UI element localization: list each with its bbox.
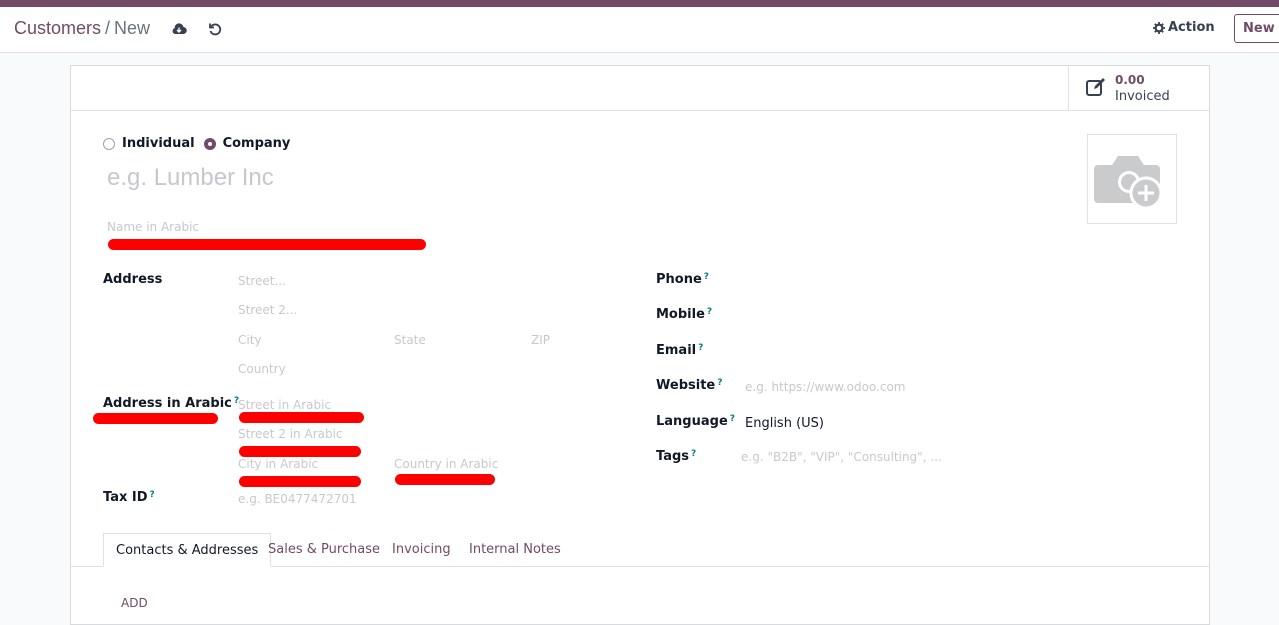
add-contact-link[interactable]: ADD [121, 596, 148, 610]
redaction-mark [108, 239, 426, 250]
email-label-text: Email [656, 343, 697, 358]
arabic-name-input[interactable]: Name in Arabic [107, 220, 199, 234]
control-panel: Customers / New Action New [0, 7, 1279, 53]
mobile-help[interactable]: ? [707, 307, 712, 317]
street2-arabic-input[interactable]: Street 2 in Arabic [238, 427, 343, 441]
redaction-mark [395, 474, 495, 485]
invoiced-label: Invoiced [1115, 89, 1170, 104]
breadcrumb-customers[interactable]: Customers [14, 18, 101, 38]
invoiced-amount: 0.00 [1115, 73, 1145, 87]
street2-input[interactable]: Street 2... [238, 303, 297, 317]
action-menu-button[interactable]: Action [1153, 20, 1215, 35]
breadcrumb: Customers / New [14, 18, 150, 39]
action-label: Action [1168, 20, 1215, 35]
address-label: Address [103, 272, 163, 287]
website-input[interactable]: e.g. https://www.odoo.com [745, 380, 906, 394]
redaction-mark [239, 412, 364, 423]
gear-icon [1153, 21, 1165, 34]
phone-help[interactable]: ? [704, 272, 709, 282]
invoiced-stat-button[interactable]: 0.00 Invoiced [1068, 66, 1209, 110]
top-brand-bar [0, 0, 1279, 7]
tags-label: Tags? [656, 449, 696, 464]
avatar-upload[interactable] [1087, 134, 1177, 224]
form-sheet: 0.00 Invoiced Individual Company e.g. Lu… [70, 65, 1210, 625]
radio-company-label: Company [222, 136, 291, 151]
tags-help[interactable]: ? [691, 449, 696, 459]
address-arabic-label: Address in Arabic? [103, 396, 239, 411]
breadcrumb-separator: / [105, 18, 111, 38]
discard-undo-icon[interactable] [206, 20, 224, 38]
street-arabic-input[interactable]: Street in Arabic [238, 398, 331, 412]
state-input[interactable]: State [394, 333, 426, 347]
company-name-input[interactable]: e.g. Lumber Inc [107, 164, 607, 192]
email-help[interactable]: ? [698, 343, 703, 353]
country-input[interactable]: Country [238, 362, 286, 376]
tags-label-text: Tags [656, 449, 690, 464]
language-label: Language? [656, 414, 735, 429]
city-arabic-input[interactable]: City in Arabic [238, 457, 318, 471]
tax-id-label-text: Tax ID [103, 490, 148, 505]
redaction-mark [239, 446, 361, 457]
redaction-mark [239, 476, 361, 487]
redaction-mark [93, 413, 218, 424]
city-input[interactable]: City [238, 333, 262, 347]
tax-id-input[interactable]: e.g. BE0477472701 [238, 492, 357, 506]
email-label: Email? [656, 343, 703, 358]
tab-sales-purchase[interactable]: Sales & Purchase [268, 533, 380, 566]
website-help[interactable]: ? [717, 378, 722, 388]
radio-individual[interactable]: Individual [103, 136, 195, 151]
country-arabic-input[interactable]: Country in Arabic [394, 457, 498, 471]
breadcrumb-current: New [114, 18, 151, 38]
zip-input[interactable]: ZIP [531, 333, 550, 347]
tags-input[interactable]: e.g. "B2B", "VIP", "Consulting", ... [741, 450, 942, 464]
save-cloud-icon[interactable] [170, 20, 188, 38]
phone-label-text: Phone [656, 272, 702, 287]
mobile-label-text: Mobile [656, 307, 705, 322]
phone-label: Phone? [656, 272, 709, 287]
website-label-text: Website [656, 378, 716, 393]
language-label-text: Language [656, 414, 728, 429]
tab-internal-notes[interactable]: Internal Notes [469, 533, 561, 566]
radio-individual-label: Individual [122, 136, 195, 151]
tax-id-label: Tax ID? [103, 490, 155, 505]
language-select[interactable]: English (US) [745, 416, 824, 431]
tab-contacts-addresses[interactable]: Contacts & Addresses [103, 533, 272, 567]
camera-add-icon [1094, 156, 1163, 210]
radio-individual-circle[interactable] [103, 137, 115, 150]
tab-invoicing[interactable]: Invoicing [392, 533, 451, 566]
notebook-tabs: Contacts & Addresses Sales & Purchase In… [71, 533, 1209, 567]
street-input[interactable]: Street... [238, 274, 286, 288]
new-record-button[interactable]: New [1234, 14, 1279, 43]
radio-company[interactable]: Company [203, 136, 291, 151]
mobile-label: Mobile? [656, 307, 712, 322]
smart-button-box: 0.00 Invoiced [71, 66, 1209, 111]
pencil-square-icon [1086, 78, 1105, 96]
company-type-radio-group: Individual Company [103, 136, 299, 151]
tax-id-help[interactable]: ? [150, 490, 155, 500]
website-label: Website? [656, 378, 722, 393]
radio-company-circle[interactable] [203, 137, 216, 150]
language-help[interactable]: ? [730, 414, 735, 424]
address-arabic-label-text: Address in Arabic [103, 396, 232, 411]
